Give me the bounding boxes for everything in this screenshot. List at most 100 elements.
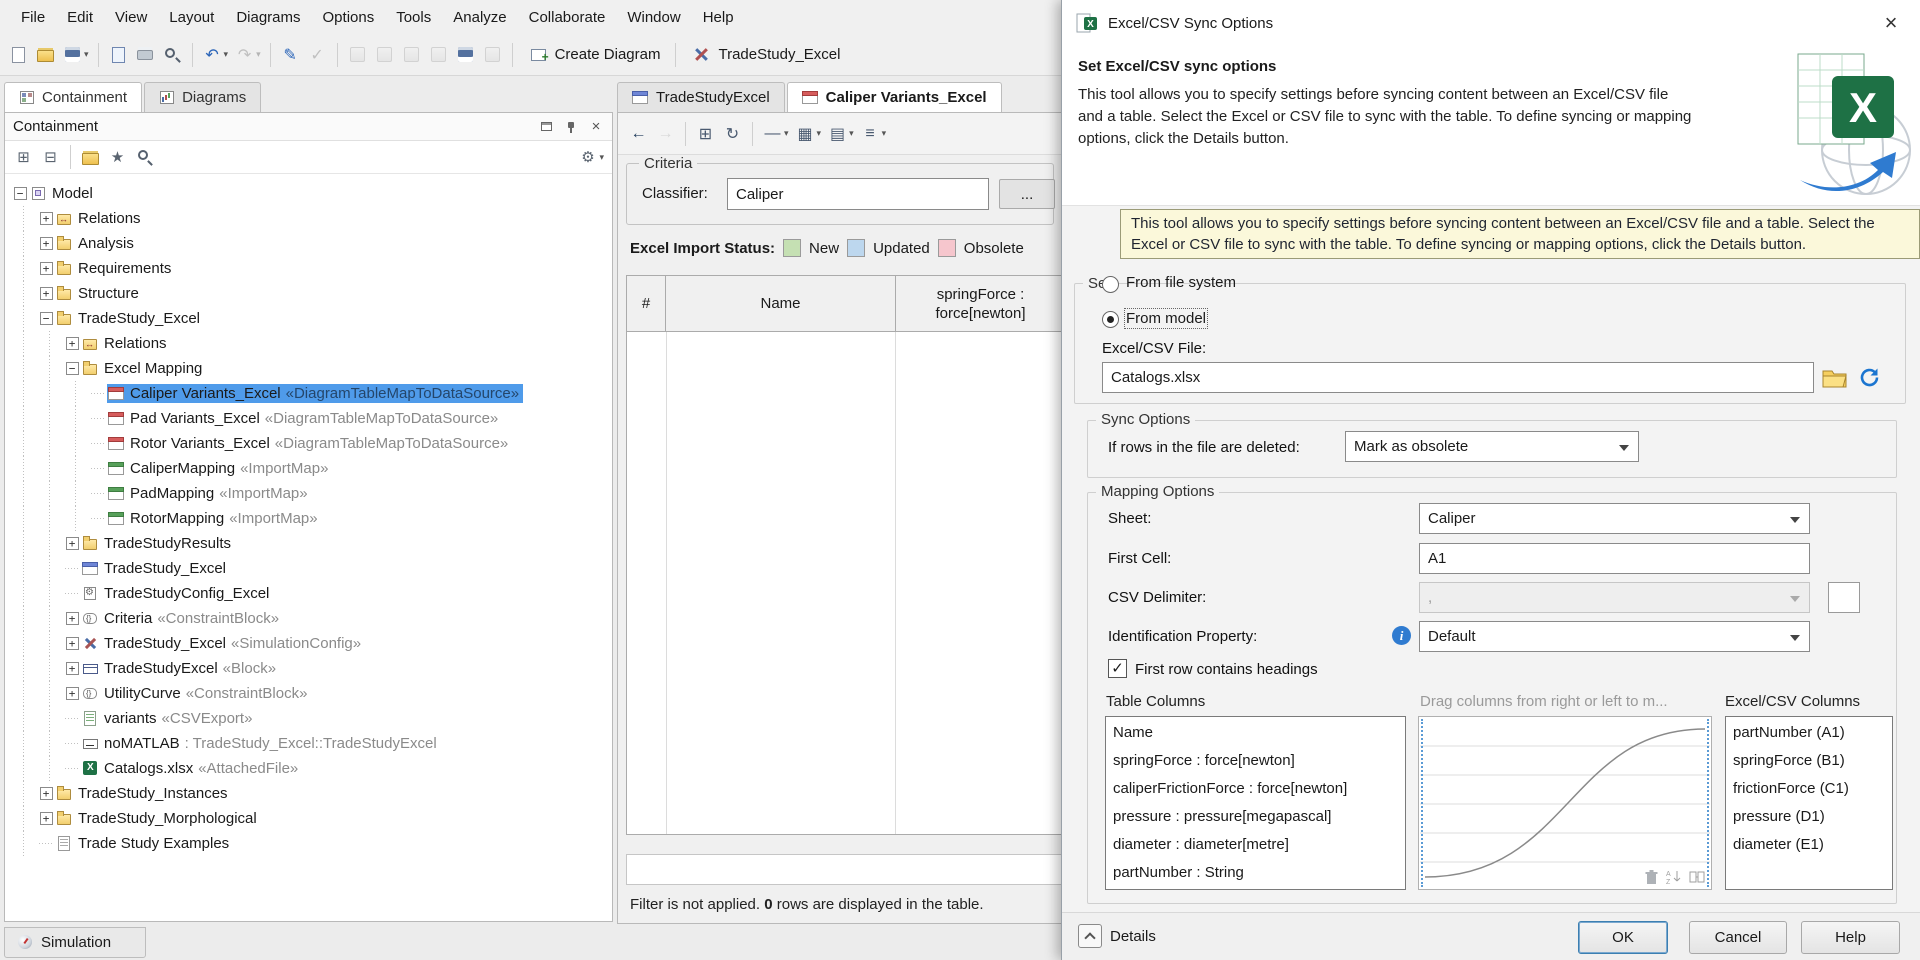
radio-from-file-system[interactable] [1102, 276, 1119, 293]
tree-item[interactable]: +TradeStudyExcel «Block» [5, 656, 612, 681]
line-icon[interactable]: —▾ [760, 121, 791, 146]
expand-expander-icon[interactable]: + [66, 612, 79, 625]
excel-column-item[interactable]: partNumber (A1) [1726, 719, 1892, 747]
open-project-icon[interactable] [33, 42, 58, 67]
clip-c-icon[interactable] [399, 42, 424, 67]
tab-diagrams[interactable]: Diagrams [144, 82, 261, 112]
tree-item-selected[interactable]: Caliper Variants_Excel «DiagramTableMapT… [5, 381, 612, 406]
menu-tools[interactable]: Tools [385, 4, 442, 31]
favorites-icon[interactable]: ★ [105, 145, 130, 170]
clip-a-icon[interactable] [345, 42, 370, 67]
radio-from-file-system-label[interactable]: From file system [1126, 274, 1236, 291]
tree-item[interactable]: noMATLAB : TradeStudy_Excel::TradeStudyE… [5, 731, 612, 756]
menu-diagrams[interactable]: Diagrams [225, 4, 311, 31]
first-row-headings-label[interactable]: First row contains headings [1135, 661, 1318, 678]
clip-b-icon[interactable] [372, 42, 397, 67]
first-row-headings-checkbox[interactable]: ✓ [1108, 659, 1127, 678]
columns-icon[interactable]: ▤▾ [825, 121, 856, 146]
tree-item[interactable]: +Analysis [5, 231, 612, 256]
expand-expander-icon[interactable]: + [66, 337, 79, 350]
browse-folder-icon[interactable] [1822, 367, 1847, 388]
collapse-expander-icon[interactable]: − [66, 362, 79, 375]
create-diagram-button[interactable]: Create Diagram [520, 41, 669, 68]
menu-analyze[interactable]: Analyze [442, 4, 517, 31]
menu-file[interactable]: File [10, 4, 56, 31]
first-cell-input[interactable]: A1 [1419, 543, 1810, 574]
expand-expander-icon[interactable]: + [66, 637, 79, 650]
excel-columns-list[interactable]: partNumber (A1)springForce (B1)frictionF… [1725, 716, 1893, 890]
redo-icon[interactable]: ↷▾ [232, 42, 263, 67]
expand-expander-icon[interactable]: + [40, 787, 53, 800]
identification-property-dropdown[interactable]: Default [1419, 621, 1810, 652]
tree-item[interactable]: +Relations [5, 331, 612, 356]
details-toggle[interactable] [1078, 924, 1102, 948]
forward-icon[interactable]: → [653, 121, 678, 146]
save-project-icon[interactable]: ▾ [60, 42, 91, 67]
excel-column-item[interactable]: frictionForce (C1) [1726, 775, 1892, 803]
dialog-title-bar[interactable]: X Excel/CSV Sync Options × [1062, 0, 1920, 46]
expand-expander-icon[interactable]: + [40, 287, 53, 300]
trash-icon[interactable] [1644, 869, 1659, 885]
expand-expander-icon[interactable]: + [40, 812, 53, 825]
tree-item[interactable]: +Structure [5, 281, 612, 306]
csv-delimiter-custom-box[interactable] [1828, 582, 1860, 613]
tree-item[interactable]: +TradeStudy_Morphological [5, 806, 612, 831]
table-column-item[interactable]: diameter : diameter[metre] [1106, 831, 1405, 859]
mapping-drag-area[interactable]: AZ [1418, 716, 1712, 890]
menu-options[interactable]: Options [312, 4, 386, 31]
grid-icon[interactable]: ▦▾ [793, 121, 824, 146]
tab-caliper-variants-excel[interactable]: Caliper Variants_Excel [787, 82, 1002, 112]
refresh-icon[interactable]: ↻ [720, 121, 745, 146]
tree-item[interactable]: +TradeStudy_Excel «SimulationConfig» [5, 631, 612, 656]
classifier-input[interactable]: Caliper [727, 178, 989, 210]
menu-help[interactable]: Help [692, 4, 745, 31]
column-header-springforce[interactable]: springForce : force[newton] [896, 275, 1066, 332]
pin-panel-icon[interactable] [563, 119, 579, 135]
sheet-dropdown[interactable]: Caliper [1419, 503, 1810, 534]
nested-icon[interactable]: ⊞ [693, 121, 718, 146]
tree-item[interactable]: −Model [5, 181, 612, 206]
menu-window[interactable]: Window [616, 4, 691, 31]
collapse-expander-icon[interactable]: − [40, 312, 53, 325]
expand-expander-icon[interactable]: + [40, 262, 53, 275]
print-icon[interactable] [133, 42, 158, 67]
import-page-icon[interactable] [106, 42, 131, 67]
tree-item[interactable]: TradeStudy_Excel [5, 556, 612, 581]
tree-item[interactable]: −Excel Mapping [5, 356, 612, 381]
find-icon[interactable] [160, 42, 185, 67]
tree-item[interactable]: +Criteria «ConstraintBlock» [5, 606, 612, 631]
tree-item[interactable]: Trade Study Examples [5, 831, 612, 856]
refresh-icon[interactable] [1858, 366, 1881, 389]
new-file-icon[interactable] [6, 42, 31, 67]
classifier-browse-button[interactable]: ... [999, 179, 1055, 209]
tree-item[interactable]: +Relations [5, 206, 612, 231]
validate-icon[interactable]: ✎ [278, 42, 303, 67]
close-panel-icon[interactable]: × [588, 119, 604, 135]
table-column-item[interactable]: partNumber : String [1106, 859, 1405, 887]
table-column-item[interactable]: springForce : force[newton] [1106, 747, 1405, 775]
menu-view[interactable]: View [104, 4, 158, 31]
ok-button[interactable]: OK [1578, 921, 1668, 954]
tree-item[interactable]: variants «CSVExport» [5, 706, 612, 731]
tree-item[interactable]: +Requirements [5, 256, 612, 281]
tree-item[interactable]: CaliperMapping «ImportMap» [5, 456, 612, 481]
excel-column-item[interactable]: springForce (B1) [1726, 747, 1892, 775]
tree-item[interactable]: Catalogs.xlsx «AttachedFile» [5, 756, 612, 781]
tree-item[interactable]: RotorMapping «ImportMap» [5, 506, 612, 531]
settings-gear-icon[interactable]: ⚙ ▾ [575, 145, 606, 170]
float-panel-icon[interactable] [538, 119, 554, 135]
tree-item[interactable]: PadMapping «ImportMap» [5, 481, 612, 506]
tree-item[interactable]: +UtilityCurve «ConstraintBlock» [5, 681, 612, 706]
commit-icon[interactable]: ✓ [305, 42, 330, 67]
radio-from-model[interactable] [1102, 311, 1119, 328]
menu-edit[interactable]: Edit [56, 4, 104, 31]
expand-expander-icon[interactable]: + [66, 687, 79, 700]
tree-item[interactable]: TradeStudyConfig_Excel [5, 581, 612, 606]
column-header-number[interactable]: # [626, 275, 666, 332]
deleted-rows-dropdown[interactable]: Mark as obsolete [1345, 431, 1639, 462]
tab-containment[interactable]: Containment [4, 82, 142, 112]
cancel-button[interactable]: Cancel [1689, 921, 1787, 954]
excel-column-item[interactable]: pressure (D1) [1726, 803, 1892, 831]
tree-item[interactable]: +TradeStudyResults [5, 531, 612, 556]
file-input[interactable]: Catalogs.xlsx [1102, 362, 1814, 393]
